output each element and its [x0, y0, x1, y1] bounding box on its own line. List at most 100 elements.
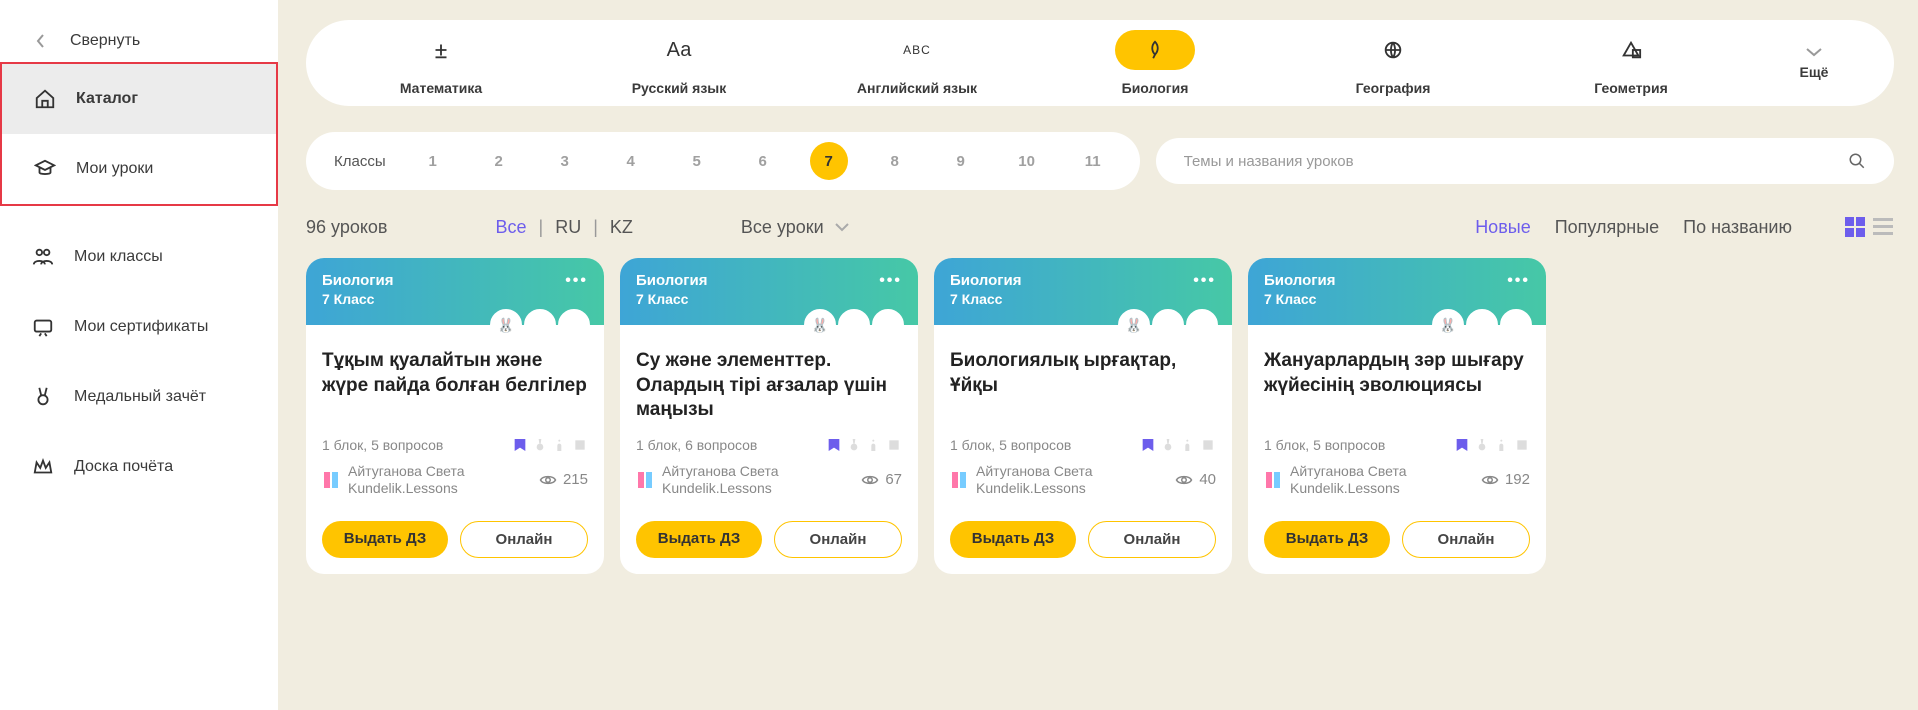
- card-menu-icon[interactable]: •••: [565, 272, 588, 290]
- online-button[interactable]: Онлайн: [460, 521, 588, 558]
- card-body: Жануарлардың зәр шығару жүйесінің эволюц…: [1248, 325, 1546, 511]
- subject-geometry[interactable]: Геометрия: [1546, 30, 1716, 96]
- class-3[interactable]: 3: [546, 142, 584, 180]
- sort-name[interactable]: По названию: [1683, 217, 1792, 238]
- online-button[interactable]: Онлайн: [774, 521, 902, 558]
- subject-label: Геометрия: [1594, 80, 1668, 96]
- assign-hw-button[interactable]: Выдать ДЗ: [950, 521, 1076, 558]
- class-7[interactable]: 7: [810, 142, 848, 180]
- lesson-card[interactable]: Биология 7 Класс ••• 🐰 E M Су және элеме…: [620, 258, 918, 574]
- view-grid-icon[interactable]: [1844, 216, 1866, 238]
- card-author: Айтуганова Света Kundelik.Lessons: [950, 463, 1093, 497]
- class-9[interactable]: 9: [942, 142, 980, 180]
- card-menu-icon[interactable]: •••: [1193, 272, 1216, 290]
- subject-biology[interactable]: Биология: [1070, 30, 1240, 96]
- sidebar-item-certificates[interactable]: Мои сертификаты: [0, 292, 278, 362]
- sidebar-item-label: Мои уроки: [76, 160, 153, 178]
- sidebar-item-medals[interactable]: Медальный зачёт: [0, 362, 278, 432]
- assign-hw-button[interactable]: Выдать ДЗ: [322, 521, 448, 558]
- sort-popular[interactable]: Популярные: [1555, 217, 1659, 238]
- geom-icon: [1591, 30, 1671, 70]
- card-header: Биология 7 Класс ••• 🐰 E M: [934, 258, 1232, 325]
- views-count: 40: [1199, 471, 1216, 488]
- sidebar-item-honor-board[interactable]: Доска почёта: [0, 432, 278, 502]
- classes-label: Классы: [334, 153, 386, 170]
- assign-hw-button[interactable]: Выдать ДЗ: [1264, 521, 1390, 558]
- search-icon[interactable]: [1848, 152, 1866, 170]
- class-5[interactable]: 5: [678, 142, 716, 180]
- lesson-count: 96 уроков: [306, 217, 388, 238]
- card-avatars: 🐰 E M: [490, 309, 590, 341]
- class-10[interactable]: 10: [1008, 142, 1046, 180]
- lesson-card[interactable]: Биология 7 Класс ••• 🐰 E M Биологиялық ы…: [934, 258, 1232, 574]
- lesson-card[interactable]: Биология 7 Класс ••• 🐰 E M Тұқым қуалайт…: [306, 258, 604, 574]
- subject-label: Английский язык: [857, 80, 977, 96]
- card-class: 7 Класс: [1264, 291, 1530, 307]
- rus-icon: Аа: [639, 30, 719, 70]
- subject-label: Математика: [400, 80, 482, 96]
- class-6[interactable]: 6: [744, 142, 782, 180]
- collapse-button[interactable]: Свернуть: [0, 20, 278, 62]
- view-list-icon[interactable]: [1872, 216, 1894, 238]
- sidebar-item-label: Медальный зачёт: [74, 388, 206, 406]
- class-11[interactable]: 11: [1074, 142, 1112, 180]
- lang-sep1: |: [539, 217, 544, 238]
- card-type-icons: [1454, 437, 1530, 453]
- people-icon: [32, 246, 54, 268]
- avatar-icon: M: [1500, 309, 1532, 341]
- more-label: Ещё: [1800, 64, 1829, 80]
- card-avatars: 🐰 E M: [804, 309, 904, 341]
- avatar-icon: M: [1186, 309, 1218, 341]
- search-input[interactable]: [1184, 153, 1848, 170]
- sidebar-item-my-lessons[interactable]: Мои уроки: [2, 134, 276, 204]
- assign-hw-button[interactable]: Выдать ДЗ: [636, 521, 762, 558]
- cards-container: Биология 7 Класс ••• 🐰 E M Тұқым қуалайт…: [306, 258, 1918, 574]
- card-subject: Биология: [636, 272, 902, 289]
- subject-math[interactable]: Математика: [356, 30, 526, 96]
- card-title: Тұқым қуалайтын және жүре пайда болған б…: [322, 349, 588, 427]
- certificate-icon: [32, 316, 54, 338]
- lang-all[interactable]: Все: [496, 217, 527, 238]
- card-subject: Биология: [950, 272, 1216, 289]
- lang-ru[interactable]: RU: [555, 217, 581, 238]
- card-menu-icon[interactable]: •••: [879, 272, 902, 290]
- sidebar-item-catalog[interactable]: Каталог: [2, 64, 276, 134]
- home-icon: [34, 88, 56, 110]
- class-4[interactable]: 4: [612, 142, 650, 180]
- avatar-icon: 🐰: [1118, 309, 1150, 341]
- subjects-more[interactable]: Ещё: [1784, 46, 1844, 80]
- card-title: Су және элементтер. Олардың тірі ағзалар…: [636, 349, 902, 427]
- card-menu-icon[interactable]: •••: [1507, 272, 1530, 290]
- class-8[interactable]: 8: [876, 142, 914, 180]
- card-class: 7 Класс: [636, 291, 902, 307]
- sort-new[interactable]: Новые: [1475, 217, 1531, 238]
- card-type-icons: [512, 437, 588, 453]
- author-name: Айтуганова Света: [1290, 463, 1407, 480]
- card-actions: Выдать ДЗ Онлайн: [306, 511, 604, 574]
- eng-icon: ABC: [877, 30, 957, 70]
- lang-filter: Все | RU | KZ: [496, 217, 633, 238]
- subject-russian[interactable]: Аа Русский язык: [594, 30, 764, 96]
- filter-row: Классы 1 2 3 4 5 6 7 8 9 10 11: [306, 132, 1894, 190]
- lessons-dropdown[interactable]: Все уроки: [741, 217, 850, 238]
- lang-kz[interactable]: KZ: [610, 217, 633, 238]
- card-class: 7 Класс: [322, 291, 588, 307]
- online-button[interactable]: Онлайн: [1088, 521, 1216, 558]
- subject-geography[interactable]: География: [1308, 30, 1478, 96]
- subject-english[interactable]: ABC Английский язык: [832, 30, 1002, 96]
- class-2[interactable]: 2: [480, 142, 518, 180]
- lesson-card[interactable]: Биология 7 Класс ••• 🐰 E M Жануарлардың …: [1248, 258, 1546, 574]
- card-header: Биология 7 Класс ••• 🐰 E M: [306, 258, 604, 325]
- card-actions: Выдать ДЗ Онлайн: [620, 511, 918, 574]
- card-meta: 1 блок, 5 вопросов: [1264, 437, 1385, 453]
- main: Математика Аа Русский язык ABC Английски…: [278, 0, 1918, 710]
- subject-label: Русский язык: [632, 80, 727, 96]
- card-meta: 1 блок, 5 вопросов: [322, 437, 443, 453]
- class-1[interactable]: 1: [414, 142, 452, 180]
- medal-icon: [32, 386, 54, 408]
- chevron-down-icon: [1805, 46, 1823, 58]
- card-views: 67: [861, 471, 902, 489]
- online-button[interactable]: Онлайн: [1402, 521, 1530, 558]
- sidebar-item-my-classes[interactable]: Мои классы: [0, 222, 278, 292]
- card-actions: Выдать ДЗ Онлайн: [1248, 511, 1546, 574]
